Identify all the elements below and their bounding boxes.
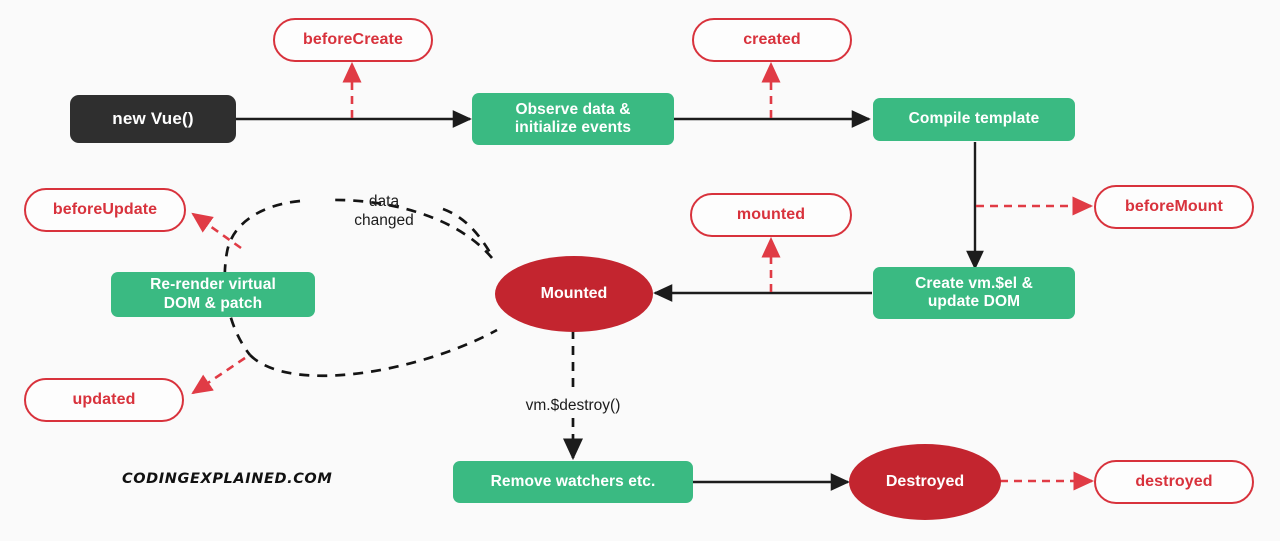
vue-lifecycle-diagram: new Vue() Observe data & initialize even… [0,0,1280,541]
node-remove-watchers[interactable]: Remove watchers etc. [453,461,693,503]
hook-mounted[interactable]: mounted [690,193,852,237]
hook-created[interactable]: created [692,18,852,62]
diagram-edges [191,61,1095,491]
node-rerender-vdom[interactable]: Re-render virtual DOM & patch [111,272,315,317]
hook-before-mount[interactable]: beforeMount [1094,185,1254,229]
edge-hook-updated [191,356,246,395]
edge-loop-top-stub [442,207,494,257]
label-vm-destroy: vm.$destroy() [525,397,621,414]
node-new-vue[interactable]: new Vue() [70,95,236,143]
hook-before-update[interactable]: beforeUpdate [24,188,186,232]
edge-hook-beforeupdate [191,212,242,250]
node-destroyed-state[interactable]: Destroyed [849,444,1001,520]
hook-before-create[interactable]: beforeCreate [273,18,433,62]
node-compile-template[interactable]: Compile template [873,98,1075,141]
watermark: CODINGEXPLAINED.COM [122,471,333,487]
label-data-changed: data changed [354,193,414,230]
node-observe-data[interactable]: Observe data & initialize events [472,93,674,145]
hook-destroyed[interactable]: destroyed [1094,460,1254,504]
edge-loop-lower [249,328,498,378]
node-create-el[interactable]: Create vm.$el & update DOM [873,267,1075,319]
node-mounted-state[interactable]: Mounted [495,256,653,332]
hook-updated[interactable]: updated [24,378,184,422]
